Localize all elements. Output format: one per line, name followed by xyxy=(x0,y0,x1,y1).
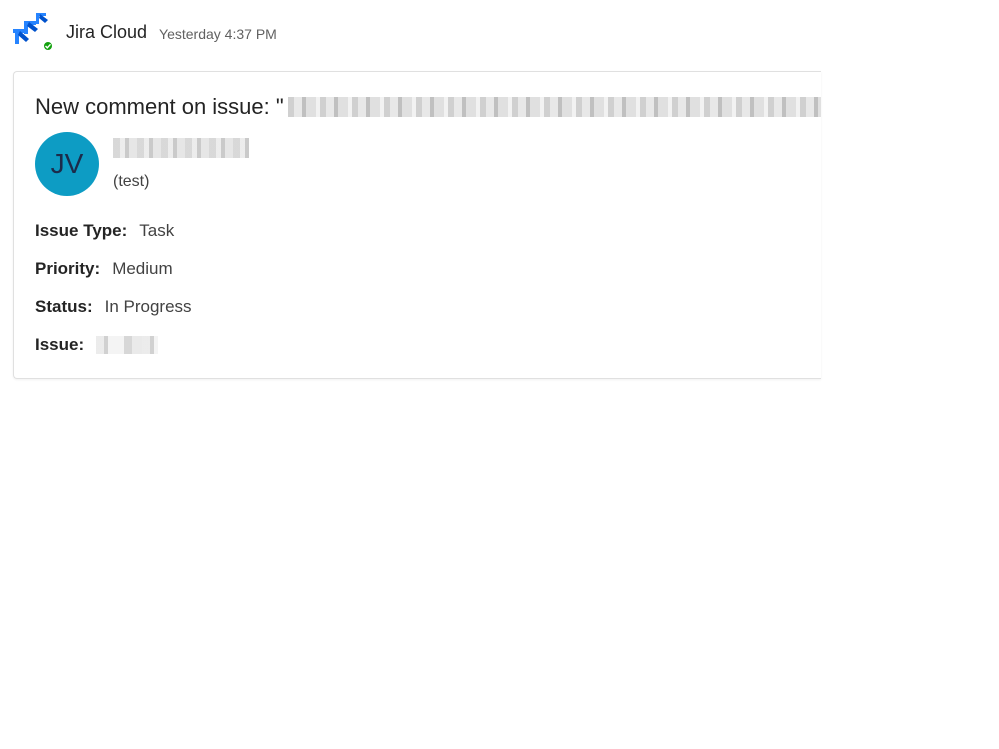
adaptive-card: New comment on issue: " JV (test) Issue … xyxy=(13,71,821,379)
fact-priority: Priority: Medium xyxy=(35,250,192,288)
fact-value: In Progress xyxy=(104,297,192,316)
fact-label: Issue: xyxy=(35,335,85,354)
fact-label: Priority: xyxy=(35,259,101,278)
message-header: Jira Cloud Yesterday 4:37 PM xyxy=(12,12,277,52)
fact-status: Status: In Progress xyxy=(35,288,192,326)
fact-value: Medium xyxy=(112,259,173,278)
redacted-author-name xyxy=(113,138,249,158)
fact-set: Issue Type: Task Priority: Medium Status… xyxy=(35,212,192,364)
author-subtitle: (test) xyxy=(113,173,150,190)
avatar-initials: JV xyxy=(50,148,84,179)
fact-issue-type: Issue Type: Task xyxy=(35,212,192,250)
redacted-issue-title xyxy=(287,97,821,117)
fact-value: Task xyxy=(139,221,175,240)
presence-available-icon xyxy=(42,40,54,52)
card-title: New comment on issue: " xyxy=(35,94,821,120)
jira-app-icon[interactable] xyxy=(12,12,54,52)
redacted-issue-key[interactable] xyxy=(96,336,159,354)
card-title-text: New comment on issue: " xyxy=(35,94,284,119)
fact-label: Issue Type: xyxy=(35,221,128,240)
author-avatar[interactable]: JV xyxy=(35,132,99,196)
fact-issue: Issue: xyxy=(35,326,192,364)
message-timestamp: Yesterday 4:37 PM xyxy=(159,25,277,42)
app-name[interactable]: Jira Cloud xyxy=(66,22,147,43)
fact-label: Status: xyxy=(35,297,93,316)
